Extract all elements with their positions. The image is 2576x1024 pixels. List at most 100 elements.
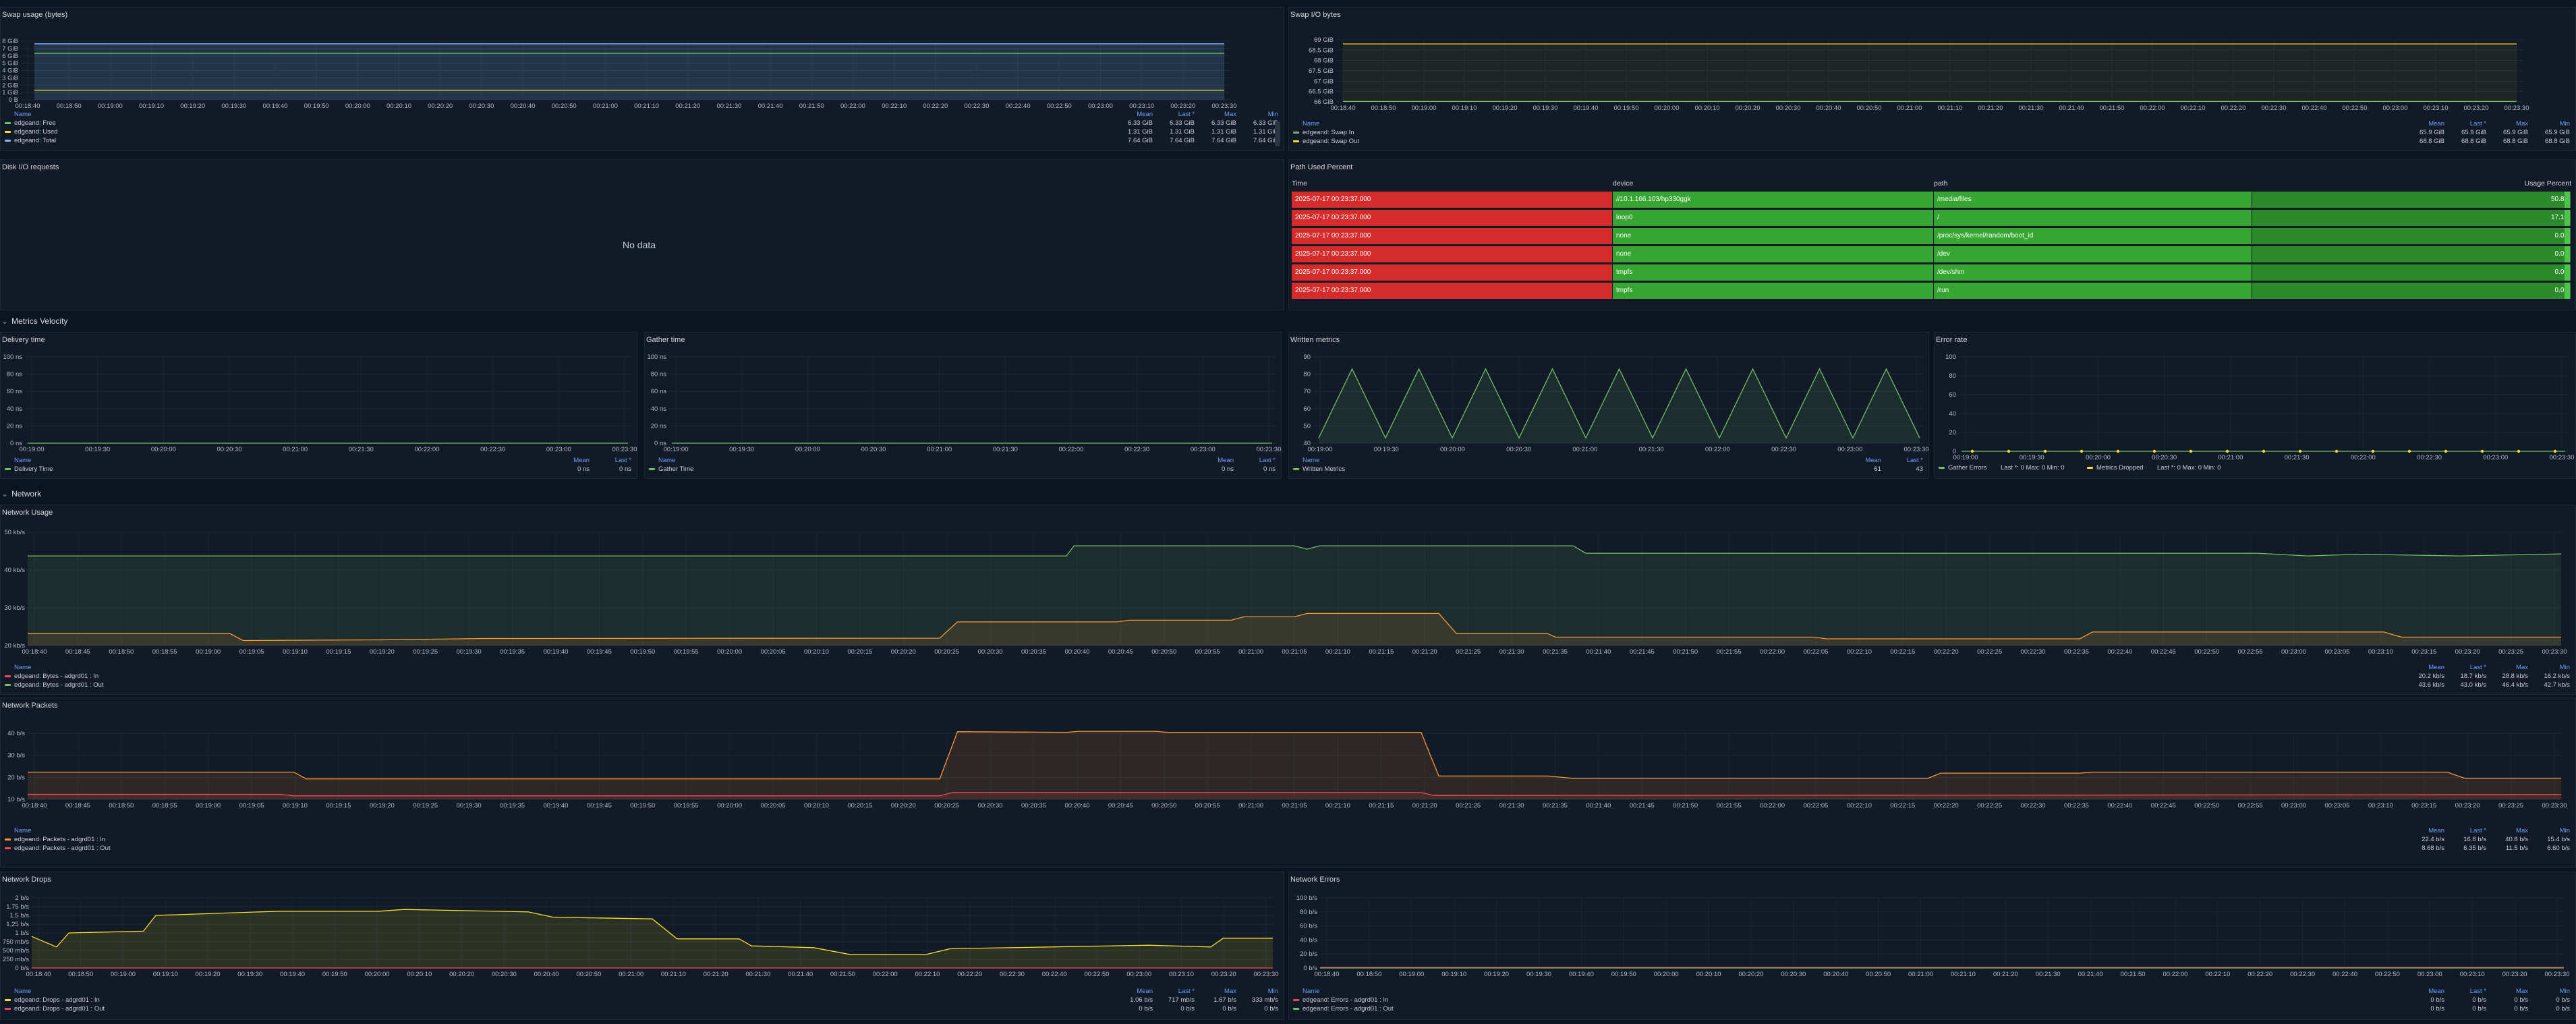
legend-header: Name Mean Last * [649, 456, 1276, 465]
legend-header-last[interactable]: Last * [1883, 456, 1923, 465]
table-header-usage-percent[interactable]: Usage Percent [2252, 177, 2571, 190]
row-metrics-velocity[interactable]: ⌄ Metrics Velocity [0, 314, 67, 328]
legend-header-max[interactable]: Max [1196, 110, 1236, 119]
legend-header-last[interactable]: Last * [1154, 110, 1195, 119]
legend-item[interactable]: edgeand: Errors - adgrd01 : In 0 b/s 0 b/s… [1293, 996, 2570, 1004]
legend-header-last[interactable]: Last * [2446, 119, 2486, 128]
series-swatch [5, 468, 11, 470]
legend-header-min[interactable]: Min [2529, 826, 2570, 835]
legend-item[interactable]: edgeand: Used 1.31 GiB 1.31 GiB 1.31 GiB 1.3… [5, 127, 1278, 136]
legend-header-mean[interactable]: Mean [1841, 456, 1881, 465]
x-tick-label: 00:22:05 [1803, 802, 1828, 809]
legend-item[interactable]: edgeand: Packets - adgrd01 : In 22.4 b/s 1… [5, 835, 2570, 844]
x-tick-label: 00:20:15 [847, 802, 872, 809]
legend-item[interactable]: Delivery Time 0 ns 0 ns [5, 465, 631, 474]
y-tick-label: 40 [1949, 410, 1956, 418]
legend-value: 1.31 GiB [1253, 128, 1278, 136]
x-tick-label: 00:19:40 [1569, 971, 1594, 978]
legend-header-last[interactable]: Last * [1154, 987, 1195, 996]
legend-header-mean[interactable]: Mean [2404, 987, 2444, 996]
legend-header-last[interactable]: Last * [2446, 826, 2486, 835]
legend-item[interactable]: Metrics Dropped Last *: 0 Max: 0 Min: 0 [2087, 463, 2235, 472]
legend-item[interactable]: Gather Errors Last *: 0 Max: 0 Min: 0 [1939, 463, 2087, 472]
legend-header-name[interactable]: Name [14, 110, 31, 119]
x-tick-label: 00:20:10 [1695, 105, 1720, 112]
x-tick-label: 00:18:40 [1315, 971, 1340, 978]
legend-item[interactable]: edgeand: Packets - adgrd01 : Out 8.68 b/s… [5, 844, 2570, 853]
legend-header-name[interactable]: Name [1303, 119, 1319, 128]
series-name: Written Metrics [1303, 465, 1346, 473]
legend-item[interactable]: edgeand: Errors - adgrd01 : Out 0 b/s 0 b/… [1293, 1004, 2570, 1013]
x-tick-label: 00:21:50 [1673, 802, 1698, 809]
legend: Name Mean Last * Max Min edgeand: Errors - ad… [1293, 987, 2570, 1017]
legend-item[interactable]: edgeand: Total 7.64 GiB 7.64 GiB 7.64 GiB 7.… [5, 136, 1278, 145]
legend-header-min[interactable]: Min [2529, 119, 2570, 128]
legend-item[interactable]: edgeand: Free 6.33 GiB 6.33 GiB 6.33 GiB 6.3… [5, 119, 1278, 127]
legend-header-last[interactable]: Last * [1235, 456, 1276, 465]
x-tick-label: 00:23:20 [2464, 105, 2489, 112]
legend-item[interactable]: Written Metrics 61 43 [1293, 465, 1923, 474]
series-name: edgeand: Used [14, 128, 58, 136]
table-header-time[interactable]: Time [1292, 177, 1613, 190]
x-tick-label: 00:23:30 [2505, 105, 2529, 112]
x-tick-label: 00:22:50 [2194, 802, 2219, 809]
x-tick-label: 00:20:20 [428, 103, 453, 110]
legend-item[interactable]: Gather Time 0 ns 0 ns [649, 465, 1276, 474]
x-tick-label: 00:21:00 [927, 446, 952, 453]
y-tick-label: 20 ns [651, 422, 666, 430]
x-tick-label: 00:19:00 [1308, 446, 1333, 453]
row-network[interactable]: ⌄ Network [0, 487, 41, 501]
legend-header-mean[interactable]: Mean [2404, 663, 2444, 672]
series-swatch [5, 122, 11, 124]
series-name: Delivery Time [14, 465, 53, 473]
table-cell-pct: 0.01 [2252, 246, 2571, 262]
x-tick-label: 00:23:00 [1126, 971, 1151, 978]
series-name: edgeand: Total [14, 137, 57, 144]
table-header-device[interactable]: device [1613, 177, 1934, 190]
legend-header-name[interactable]: Name [658, 456, 675, 465]
legend-item[interactable]: edgeand: Swap Out 68.8 GiB 68.8 GiB 68.8 Gi… [1293, 137, 2570, 146]
legend-item[interactable]: edgeand: Bytes - adgrd01 : In 20.2 kb/s 18… [5, 672, 2570, 681]
legend-header-name[interactable]: Name [14, 826, 31, 835]
legend-header-max[interactable]: Max [2488, 663, 2528, 672]
legend-header-mean[interactable]: Mean [1112, 987, 1153, 996]
x-tick-label: 00:20:50 [1151, 648, 1176, 656]
legend-header-name[interactable]: Name [1303, 456, 1319, 465]
legend-header-name[interactable]: Name [14, 663, 31, 672]
legend-value: 11.5 b/s [2505, 845, 2528, 852]
legend-value: 6.33 GiB [1211, 119, 1236, 127]
legend-item[interactable]: edgeand: Swap In 65.9 GiB 65.9 GiB 65.9 GiB… [1293, 128, 2570, 137]
legend-header-mean[interactable]: Mean [2404, 826, 2444, 835]
legend-header-name[interactable]: Name [14, 456, 31, 465]
legend-item[interactable]: edgeand: Drops - adgrd01 : In 1.06 b/s 717… [5, 996, 1278, 1004]
legend-header-min[interactable]: Min [2529, 987, 2570, 996]
error-rate-chart[interactable]: 10080604020000:19:00 00:19:30 00:20:00 00:2… [1935, 333, 2576, 479]
legend-header-last[interactable]: Last * [591, 456, 631, 465]
legend-header-mean[interactable]: Mean [1112, 110, 1153, 119]
legend-header-name[interactable]: Name [14, 987, 31, 996]
legend-scrollbar[interactable] [1275, 121, 1280, 146]
x-tick-label: 00:23:30 [2550, 454, 2575, 461]
drops-in-area [32, 909, 1273, 968]
legend-header-mean[interactable]: Mean [2404, 119, 2444, 128]
legend-header-name[interactable]: Name [1303, 987, 1319, 996]
legend-value: 7.64 GiB [1253, 137, 1278, 144]
legend-item[interactable]: edgeand: Bytes - adgrd01 : Out 43.6 kb/s 4… [5, 681, 2570, 689]
table-header-path[interactable]: path [1934, 177, 2252, 190]
legend-header-min[interactable]: Min [1238, 110, 1278, 119]
legend-header-last[interactable]: Last * [2446, 987, 2486, 996]
legend-header-max[interactable]: Max [2488, 826, 2528, 835]
legend-header-max[interactable]: Max [1196, 987, 1236, 996]
table-cell-device: tmpfs [1613, 283, 1933, 299]
legend-item[interactable]: edgeand: Drops - adgrd01 : Out 0 b/s 0 b/s… [5, 1004, 1278, 1013]
x-tick-label: 00:23:20 [2455, 648, 2480, 656]
legend-header-max[interactable]: Max [2488, 987, 2528, 996]
x-tick-label: 00:21:50 [830, 971, 855, 978]
x-tick-label: 00:22:00 [1059, 446, 1084, 453]
legend-header-mean[interactable]: Mean [1193, 456, 1234, 465]
legend-header-max[interactable]: Max [2488, 119, 2528, 128]
legend-header-mean[interactable]: Mean [549, 456, 590, 465]
legend-header-last[interactable]: Last * [2446, 663, 2486, 672]
legend-header-min[interactable]: Min [1238, 987, 1278, 996]
legend-header-min[interactable]: Min [2529, 663, 2570, 672]
